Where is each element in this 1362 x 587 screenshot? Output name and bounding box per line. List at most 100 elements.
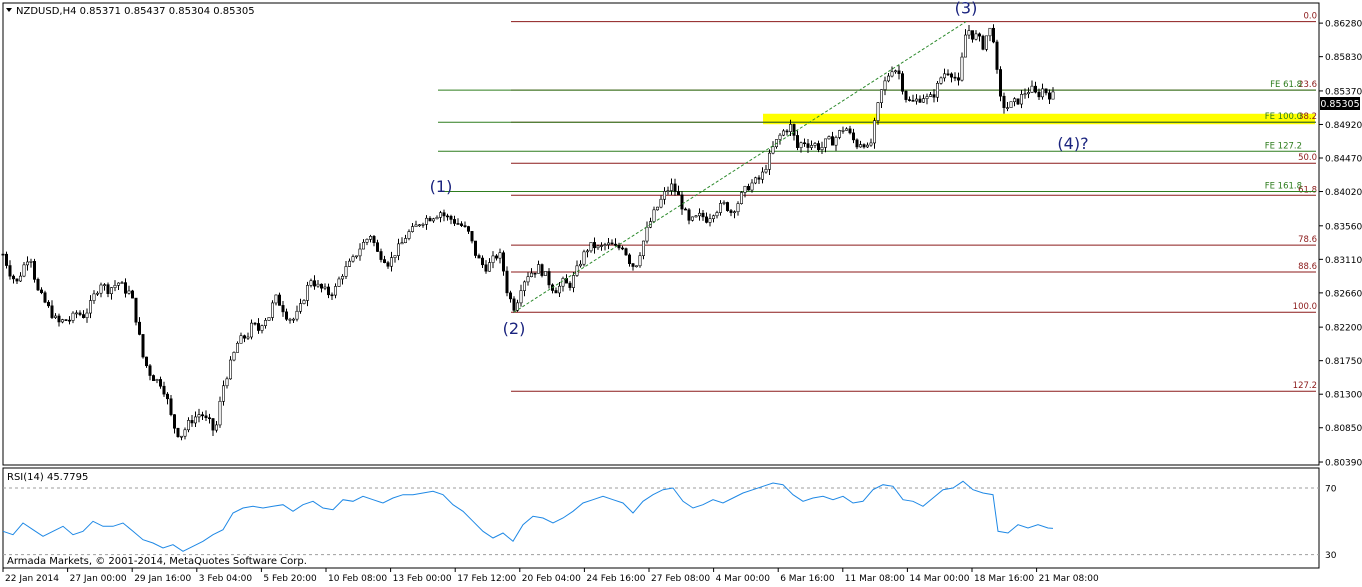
candle-body[interactable]	[141, 334, 145, 358]
candle-body[interactable]	[1048, 92, 1052, 100]
candle-body[interactable]	[977, 33, 981, 37]
candle-body[interactable]	[967, 30, 971, 36]
candle-body[interactable]	[99, 284, 103, 294]
candle-body[interactable]	[1051, 91, 1055, 100]
candle-body[interactable]	[792, 124, 796, 136]
candle-body[interactable]	[330, 294, 334, 297]
candle-body[interactable]	[5, 253, 9, 266]
candle-body[interactable]	[662, 191, 666, 200]
candle-body[interactable]	[298, 303, 302, 312]
candle-body[interactable]	[897, 70, 901, 74]
candle-body[interactable]	[732, 211, 736, 214]
candle-body[interactable]	[400, 242, 404, 245]
candle-body[interactable]	[347, 260, 351, 267]
candle-body[interactable]	[1030, 85, 1034, 93]
candle-body[interactable]	[487, 262, 491, 272]
candle-body[interactable]	[8, 265, 12, 277]
candle-body[interactable]	[680, 194, 684, 210]
candle-body[interactable]	[883, 80, 887, 90]
candle-body[interactable]	[396, 243, 400, 256]
candle-body[interactable]	[760, 171, 764, 180]
candle-body[interactable]	[627, 254, 631, 264]
candle-body[interactable]	[75, 312, 79, 315]
candle-body[interactable]	[236, 342, 240, 353]
candle-body[interactable]	[309, 280, 313, 286]
candle-body[interactable]	[750, 182, 754, 191]
candle-body[interactable]	[124, 282, 128, 294]
candle-body[interactable]	[393, 255, 397, 258]
candle-body[interactable]	[183, 429, 187, 437]
candle-body[interactable]	[281, 305, 285, 313]
candle-body[interactable]	[368, 236, 372, 240]
candle-body[interactable]	[43, 292, 47, 303]
candle-body[interactable]	[1, 253, 5, 256]
candle-body[interactable]	[547, 271, 551, 286]
candle-body[interactable]	[375, 242, 379, 252]
candle-body[interactable]	[806, 143, 810, 148]
candle-body[interactable]	[267, 317, 271, 321]
candle-body[interactable]	[963, 34, 967, 58]
candle-body[interactable]	[438, 212, 442, 218]
candle-body[interactable]	[771, 146, 775, 154]
candle-body[interactable]	[890, 71, 894, 77]
candle-body[interactable]	[596, 245, 600, 249]
candle-body[interactable]	[358, 248, 362, 257]
candle-body[interactable]	[340, 276, 344, 280]
candle-body[interactable]	[641, 240, 645, 256]
candle-body[interactable]	[204, 415, 208, 419]
candle-body[interactable]	[624, 248, 628, 256]
candle-body[interactable]	[708, 218, 712, 223]
candle-body[interactable]	[925, 96, 929, 99]
rsi-panel[interactable]	[2, 467, 1320, 569]
candle-body[interactable]	[155, 379, 159, 381]
candle-body[interactable]	[921, 98, 925, 103]
candle-body[interactable]	[110, 287, 114, 294]
candle-body[interactable]	[974, 33, 978, 40]
candle-body[interactable]	[865, 144, 869, 148]
candle-body[interactable]	[739, 192, 743, 204]
candle-body[interactable]	[1009, 101, 1013, 108]
candle-body[interactable]	[886, 75, 890, 82]
candle-body[interactable]	[694, 215, 698, 218]
candle-body[interactable]	[208, 417, 212, 420]
candle-body[interactable]	[414, 224, 418, 227]
candle-body[interactable]	[718, 203, 722, 213]
candle-body[interactable]	[302, 300, 306, 304]
candle-body[interactable]	[260, 325, 264, 331]
candle-body[interactable]	[85, 312, 89, 319]
candle-body[interactable]	[543, 271, 547, 276]
candle-body[interactable]	[64, 319, 68, 321]
candle-body[interactable]	[463, 225, 467, 227]
candle-body[interactable]	[194, 416, 198, 424]
candle-body[interactable]	[998, 69, 1002, 97]
candle-body[interactable]	[501, 252, 505, 272]
candle-body[interactable]	[435, 217, 439, 220]
candle-body[interactable]	[138, 321, 142, 335]
candle-body[interactable]	[911, 100, 915, 102]
candle-body[interactable]	[120, 282, 124, 284]
candle-body[interactable]	[421, 224, 425, 226]
candle-body[interactable]	[323, 286, 327, 289]
candle-body[interactable]	[1005, 107, 1009, 109]
candle-body[interactable]	[970, 30, 974, 40]
candle-body[interactable]	[946, 73, 950, 76]
candle-body[interactable]	[78, 312, 82, 315]
candle-body[interactable]	[837, 130, 841, 138]
candle-body[interactable]	[50, 305, 54, 318]
candle-body[interactable]	[652, 209, 656, 222]
candle-body[interactable]	[753, 177, 757, 184]
candle-body[interactable]	[631, 263, 635, 267]
candle-body[interactable]	[855, 139, 859, 148]
candle-body[interactable]	[778, 134, 782, 140]
candle-body[interactable]	[953, 76, 957, 79]
candle-body[interactable]	[215, 424, 219, 431]
candle-body[interactable]	[533, 272, 537, 275]
candle-body[interactable]	[578, 263, 582, 267]
candle-body[interactable]	[152, 375, 156, 381]
candle-body[interactable]	[900, 73, 904, 92]
candle-body[interactable]	[386, 262, 390, 267]
candle-body[interactable]	[46, 301, 50, 307]
candle-body[interactable]	[89, 300, 93, 314]
candle-body[interactable]	[1037, 91, 1041, 98]
candle-body[interactable]	[1016, 98, 1020, 105]
